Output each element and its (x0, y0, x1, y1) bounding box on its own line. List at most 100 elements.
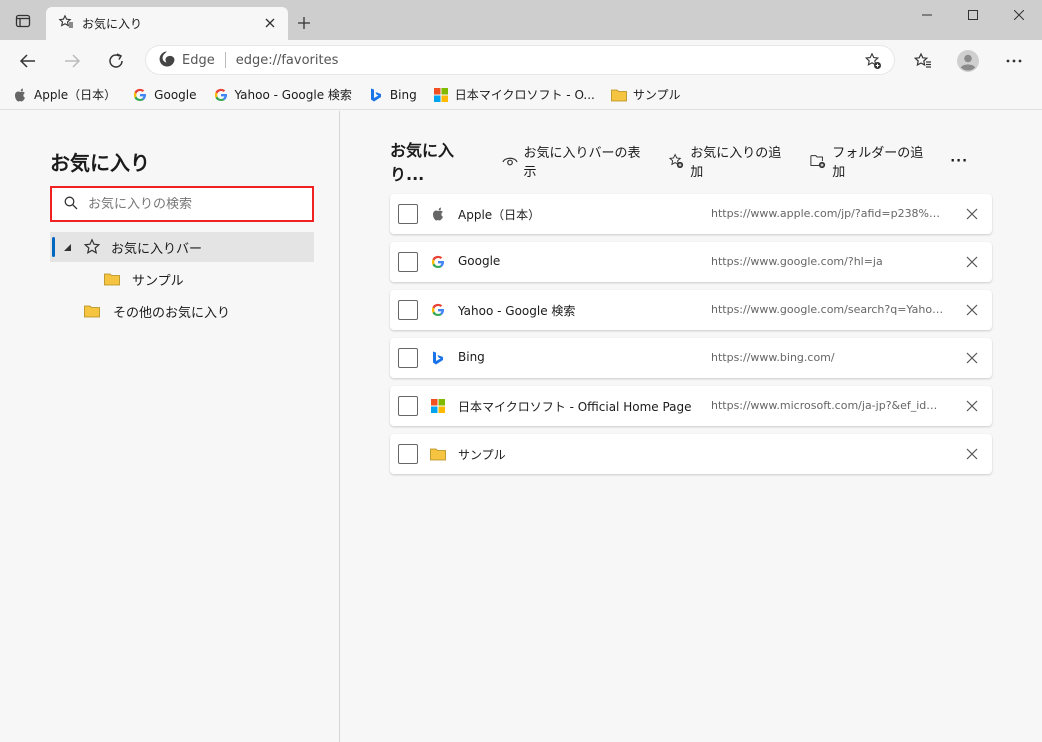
add-to-favorites-icon[interactable] (864, 52, 882, 70)
item-checkbox[interactable] (398, 300, 418, 320)
list-item[interactable]: Google https://www.google.com/?hl=ja (390, 242, 992, 282)
favorites-content: お気に入り... お気に入りバーの表示 お気に入りの追加 フォルダーの追加 ··… (341, 111, 1042, 742)
add-favorite-button[interactable]: お気に入りの追加 (668, 142, 788, 180)
tab-strip: お気に入り (0, 0, 1042, 40)
item-name: Apple（日本） (458, 208, 541, 222)
bookmark-label: Google (154, 87, 197, 102)
list-item[interactable]: Apple（日本） https://www.apple.com/jp/?afid… (390, 194, 992, 234)
item-url: https://www.google.com/?hl=ja (711, 255, 883, 268)
selection-indicator (52, 237, 55, 257)
delete-icon[interactable] (964, 206, 980, 222)
favorites-star-icon (58, 14, 74, 33)
microsoft-icon (433, 87, 449, 103)
address-bar[interactable]: Edge edge://favorites (145, 45, 895, 75)
bookmark-label: サンプル (632, 88, 681, 102)
bing-icon (430, 350, 446, 366)
collapse-triangle-icon[interactable] (63, 243, 71, 251)
favorites-list: Apple（日本） https://www.apple.com/jp/?afid… (390, 194, 992, 482)
list-item[interactable]: サンプル (390, 434, 992, 474)
bing-icon (368, 87, 384, 103)
item-name: Yahoo - Google 検索 (458, 304, 576, 318)
tab-actions-menu-icon[interactable] (12, 10, 34, 32)
content-header: お気に入り... お気に入りバーの表示 お気に入りの追加 フォルダーの追加 ··… (390, 141, 990, 184)
tab-title: お気に入り (82, 17, 143, 31)
window-close-icon[interactable] (996, 0, 1042, 30)
minimize-icon[interactable] (904, 0, 950, 30)
apple-icon (430, 206, 446, 222)
list-item[interactable]: Bing https://www.bing.com/ (390, 338, 992, 378)
folder-icon (104, 272, 120, 286)
content-title: お気に入り... (390, 141, 455, 184)
google-icon (213, 87, 229, 103)
item-checkbox[interactable] (398, 396, 418, 416)
delete-icon[interactable] (964, 254, 980, 270)
add-star-icon (668, 153, 684, 169)
action-label: お気に入りの追加 (690, 146, 782, 180)
sidebar-title: お気に入り (50, 151, 150, 175)
google-icon (430, 302, 446, 318)
navigation-toolbar: Edge edge://favorites (0, 40, 1042, 80)
bookmark-google[interactable]: Google (132, 87, 197, 103)
google-icon (132, 87, 148, 103)
delete-icon[interactable] (964, 302, 980, 318)
forward-arrow-icon[interactable] (59, 48, 85, 74)
profile-avatar-icon[interactable] (955, 48, 981, 74)
back-arrow-icon[interactable] (15, 48, 41, 74)
bookmark-label: 日本マイクロソフト - O... (454, 88, 595, 102)
item-url: https://www.google.com/search?q=Yahoo... (711, 303, 946, 316)
bookmark-label: Apple（日本） (34, 88, 117, 102)
list-item[interactable]: 日本マイクロソフト - Official Home Page https://w… (390, 386, 992, 426)
edge-brand-label: Edge (182, 52, 215, 68)
search-input[interactable] (88, 196, 288, 212)
tree-item-label: その他のお気に入り (113, 305, 231, 321)
maximize-icon[interactable] (950, 0, 996, 30)
bookmark-yahoo-google[interactable]: Yahoo - Google 検索 (213, 86, 352, 103)
favorites-hub-icon[interactable] (910, 48, 936, 74)
folder-icon (430, 446, 446, 462)
item-checkbox[interactable] (398, 204, 418, 224)
item-url: https://www.microsoft.com/ja-jp?&ef_id=E… (711, 399, 946, 412)
tree-item-other-favorites[interactable]: その他のお気に入り (84, 296, 230, 326)
folder-icon (610, 87, 627, 103)
item-checkbox[interactable] (398, 348, 418, 368)
url-text[interactable]: edge://favorites (236, 53, 339, 68)
item-name: Google (458, 254, 501, 268)
bookmark-apple[interactable]: Apple（日本） (12, 86, 116, 103)
list-item[interactable]: Yahoo - Google 検索 https://www.google.com… (390, 290, 992, 330)
eye-icon (501, 153, 518, 169)
tree-item-label: サンプル (132, 273, 184, 289)
bookmarks-bar: Apple（日本） Google Yahoo - Google 検索 Bing … (0, 80, 1042, 110)
add-folder-button[interactable]: フォルダーの追加 (810, 142, 930, 180)
close-tab-icon[interactable] (262, 15, 278, 31)
microsoft-icon (430, 398, 446, 414)
settings-more-icon[interactable] (1001, 48, 1027, 74)
tree-item-sample-folder[interactable]: サンプル (104, 264, 184, 294)
apple-icon (12, 87, 28, 103)
favorites-search[interactable] (50, 186, 314, 222)
new-tab-icon[interactable] (294, 13, 314, 33)
bookmark-folder-sample[interactable]: サンプル (610, 86, 681, 103)
delete-icon[interactable] (964, 350, 980, 366)
item-checkbox[interactable] (398, 252, 418, 272)
action-label: フォルダーの追加 (832, 146, 924, 180)
item-name: 日本マイクロソフト - Official Home Page (458, 400, 692, 414)
item-checkbox[interactable] (398, 444, 418, 464)
tab-favorites[interactable]: お気に入り (46, 7, 288, 40)
item-name: Bing (458, 350, 485, 364)
tree-item-favorites-bar[interactable]: お気に入りバー (50, 232, 314, 262)
bookmark-bing[interactable]: Bing (368, 87, 417, 103)
item-name: サンプル (458, 448, 506, 462)
delete-icon[interactable] (964, 398, 980, 414)
delete-icon[interactable] (964, 446, 980, 462)
folder-icon (84, 304, 100, 318)
address-separator (224, 52, 226, 68)
favorites-sidebar: お気に入り お気に入りバー サンプル その他のお気に入り (0, 111, 340, 742)
bookmark-microsoft[interactable]: 日本マイクロソフト - O... (433, 86, 595, 103)
show-favorites-bar-button[interactable]: お気に入りバーの表示 (501, 142, 647, 180)
item-url: https://www.bing.com/ (711, 351, 835, 364)
google-icon (430, 254, 446, 270)
item-url: https://www.apple.com/jp/?afid=p238%7C..… (711, 207, 946, 220)
more-options-button[interactable]: ··· (950, 154, 968, 169)
refresh-icon[interactable] (103, 48, 129, 74)
edge-logo-icon (158, 50, 176, 71)
